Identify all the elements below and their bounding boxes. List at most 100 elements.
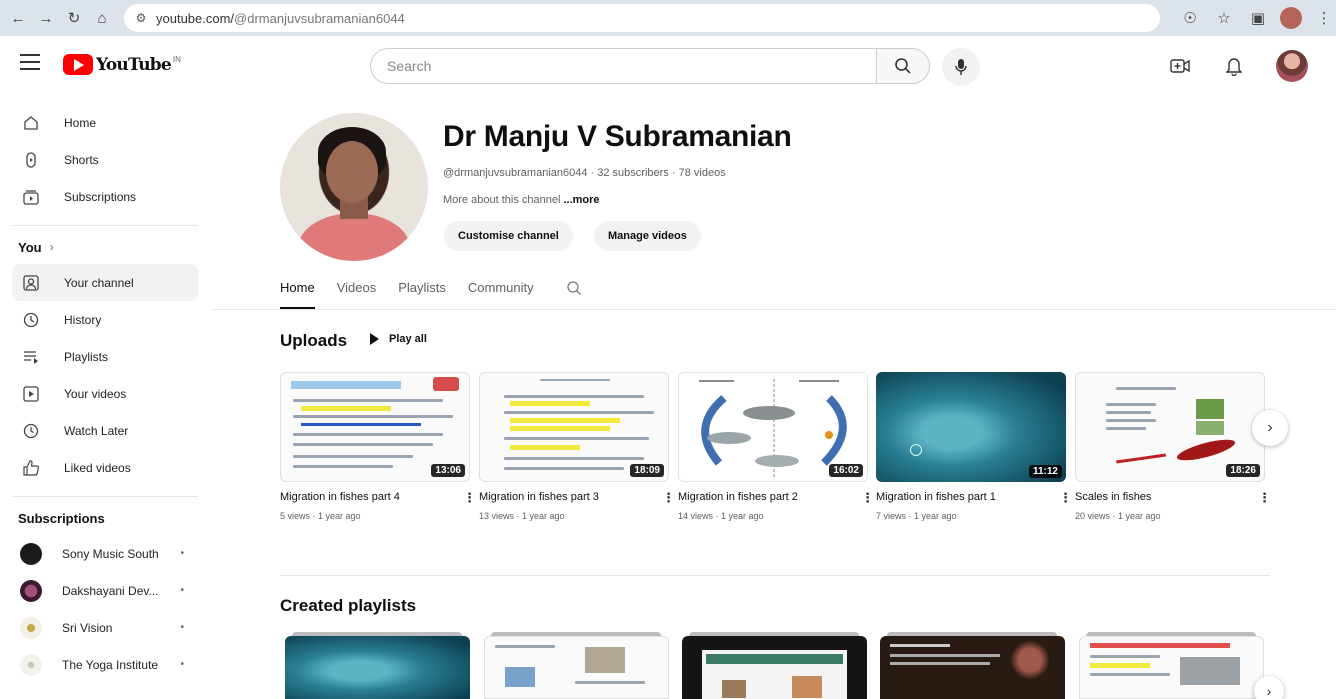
video-title[interactable]: Migration in fishes part 1 (876, 491, 1066, 503)
video-thumbnail[interactable]: 13:06 (280, 372, 470, 482)
channel-about-link[interactable]: More about this channel ...more (443, 194, 600, 206)
video-card[interactable]: 18:09 Migration in fishes part 3 13 view… (479, 372, 675, 521)
sidebar-item-liked-videos[interactable]: Liked videos (12, 449, 198, 486)
playlist-thumbnail[interactable] (484, 636, 669, 699)
tab-videos[interactable]: Videos (337, 272, 377, 307)
more-actions-icon[interactable]: ⋮ (463, 490, 476, 506)
notifications-button[interactable] (1222, 54, 1246, 78)
more-actions-icon[interactable]: ⋮ (861, 490, 874, 506)
video-title[interactable]: Migration in fishes part 4 (280, 491, 470, 503)
create-video-button[interactable] (1168, 54, 1192, 78)
sidebar-item-subscriptions[interactable]: Subscriptions (12, 178, 198, 215)
playlists-next-button[interactable]: › (1254, 676, 1284, 699)
sidebar-item-your-videos[interactable]: Your videos (12, 375, 198, 412)
sidebar-item-watch-later[interactable]: Watch Later (12, 412, 198, 449)
video-title[interactable]: Migration in fishes part 3 (479, 491, 669, 503)
channel-name: Dr Manju V Subramanian (443, 120, 792, 153)
manage-videos-button[interactable]: Manage videos (594, 221, 701, 251)
subscriber-count: 32 subscribers (597, 167, 669, 179)
sidebar-item-label: Shorts (64, 152, 99, 167)
channel-handle: @drmanjuvsubramanian6044 (443, 167, 588, 179)
sidebar-item-shorts[interactable]: Shorts (12, 141, 198, 178)
uploads-next-button[interactable]: › (1252, 410, 1288, 446)
bookmark-star-icon[interactable]: ☆ (1212, 6, 1236, 30)
subscription-yoga-institute[interactable]: The Yoga Institute • (12, 646, 198, 683)
chevron-right-icon: › (1266, 683, 1272, 699)
search-button[interactable] (876, 48, 930, 84)
slide-line (495, 645, 555, 648)
tab-community[interactable]: Community (468, 272, 534, 307)
slide-line (575, 681, 645, 684)
video-title[interactable]: Scales in fishes (1075, 491, 1265, 503)
slide-line (890, 662, 990, 665)
account-avatar[interactable] (1276, 50, 1308, 82)
more-actions-icon[interactable]: ⋮ (662, 490, 675, 506)
playlist-thumbnail[interactable] (682, 636, 867, 699)
forward-icon[interactable]: → (34, 6, 58, 30)
address-bar[interactable]: ⚙ youtube.com/@drmanjuvsubramanian6044 (124, 4, 1160, 32)
video-card[interactable]: 18:26 Scales in fishes 20 views · 1 year… (1075, 372, 1271, 521)
channel-search-button[interactable] (564, 278, 584, 298)
sidebar-item-home[interactable]: Home (12, 104, 198, 141)
site-info-icon[interactable]: ⚙ (132, 9, 150, 27)
history-icon (20, 309, 42, 331)
reload-icon[interactable]: ↻ (62, 6, 86, 30)
slide-line (1106, 403, 1156, 406)
video-card[interactable]: 16:02 Migration in fishes part 2 14 view… (678, 372, 874, 521)
sidebar-you-heading[interactable]: You › (18, 236, 210, 258)
home-browser-icon[interactable]: ⌂ (90, 6, 114, 30)
you-heading-label: You (18, 239, 42, 255)
playlist-thumbnail[interactable] (1079, 636, 1264, 699)
sidebar-item-your-channel[interactable]: Your channel (12, 264, 198, 301)
search-input[interactable] (370, 48, 877, 84)
video-card[interactable]: 11:12 Migration in fishes part 1 7 views… (876, 372, 1072, 521)
uploads-title: Uploads (280, 331, 348, 350)
sidebar-item-playlists[interactable]: Playlists (12, 338, 198, 375)
channel-profile-picture[interactable] (280, 113, 428, 261)
subscription-sri-vision[interactable]: Sri Vision • (12, 609, 198, 646)
customise-channel-button[interactable]: Customise channel (444, 221, 573, 251)
slide-line (890, 644, 950, 647)
video-title[interactable]: Migration in fishes part 2 (678, 491, 868, 503)
more-actions-icon[interactable]: ⋮ (1059, 490, 1072, 506)
back-icon[interactable]: ← (6, 6, 30, 30)
chevron-right-icon: › (49, 240, 54, 254)
menu-icon[interactable] (20, 54, 40, 70)
sidebar: Home Shorts Subscriptions You › Your chan… (0, 96, 210, 699)
slide-line (1116, 387, 1176, 390)
video-thumbnail[interactable]: 18:09 (479, 372, 669, 482)
url-path: @drmanjuvsubramanian6044 (234, 10, 405, 26)
playlist-thumbnail[interactable] (285, 636, 470, 699)
channel-meta: @drmanjuvsubramanian6044 · 32 subscriber… (443, 167, 726, 179)
more-actions-icon[interactable]: ⋮ (1258, 490, 1271, 506)
subscription-sony-music-south[interactable]: Sony Music South • (12, 535, 198, 572)
extensions-icon[interactable]: ☉ (1178, 6, 1202, 30)
about-text: More about this channel (443, 194, 561, 206)
voice-search-button[interactable] (942, 48, 980, 86)
play-all-button[interactable]: Play all (370, 333, 427, 345)
browser-profile-avatar[interactable] (1280, 7, 1302, 29)
bubble-shape (910, 444, 922, 456)
puzzle-icon[interactable]: ▣ (1246, 6, 1270, 30)
video-thumbnail[interactable]: 16:02 (678, 372, 868, 482)
sidebar-item-label: Your channel (64, 275, 134, 290)
tab-playlists[interactable]: Playlists (398, 272, 446, 307)
sidebar-item-label: Playlists (64, 349, 109, 364)
search-icon (895, 58, 911, 74)
sidebar-item-history[interactable]: History (12, 301, 198, 338)
sidebar-item-label: Subscriptions (64, 189, 137, 204)
browser-menu-icon[interactable]: ⋮ (1312, 6, 1336, 30)
slide-line (293, 465, 393, 468)
subscription-dakshayani[interactable]: Dakshayani Dev... • (12, 572, 198, 609)
video-thumbnail[interactable]: 18:26 (1075, 372, 1265, 482)
microphone-icon (955, 59, 967, 75)
video-card[interactable]: 13:06 Migration in fishes part 4 5 views… (280, 372, 476, 521)
youtube-play-icon (63, 54, 93, 75)
slide-image (722, 680, 746, 698)
youtube-logo[interactable]: YouTube IN (63, 54, 181, 75)
tab-home[interactable]: Home (280, 272, 315, 309)
slide-image (585, 647, 625, 673)
video-thumbnail[interactable]: 11:12 (876, 372, 1066, 482)
play-all-label: Play all (389, 333, 427, 345)
playlist-thumbnail[interactable] (880, 636, 1065, 699)
